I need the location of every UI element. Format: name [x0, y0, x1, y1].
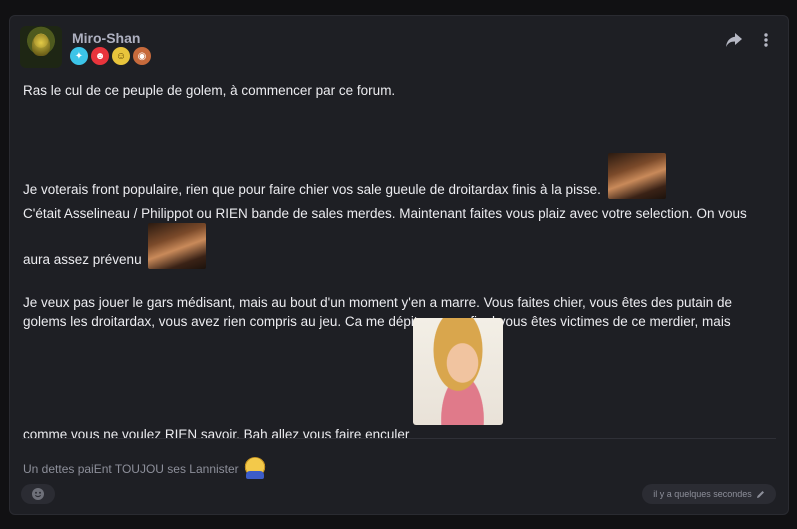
post-paragraph: comme vous ne voulez RIEN savoir. Bah al…: [23, 427, 410, 442]
yellow-face-badge-icon[interactable]: ☺: [112, 47, 130, 65]
post-timestamp[interactable]: il y a quelques secondes: [642, 484, 776, 504]
more-vertical-icon[interactable]: [756, 30, 776, 50]
post-paragraph: aura assez prévenu: [23, 223, 207, 269]
post-text: aura assez prévenu: [23, 252, 142, 267]
post-paragraph: C'était Asselineau / Philippot ou RIEN b…: [23, 206, 747, 221]
post-paragraph: golems les droitardax, vous avez rien co…: [23, 314, 731, 329]
post-text: Je voterais front populaire, rien que po…: [23, 182, 601, 197]
post-paragraph: Ras le cul de ce peuple de golem, à comm…: [23, 83, 396, 98]
pig-badge-icon[interactable]: ◉: [133, 47, 151, 65]
user-badges: ✦ ☻ ☺ ◉: [70, 47, 151, 65]
reaction-sticker-image: [148, 223, 207, 269]
signature-text: Un dettes paiEnt TOUJOU ses Lannister: [23, 462, 239, 476]
user-avatar[interactable]: [20, 26, 62, 68]
timestamp-text: il y a quelques secondes: [653, 489, 752, 499]
add-reaction-button[interactable]: [21, 484, 55, 504]
diamond-badge-icon[interactable]: ✦: [70, 47, 88, 65]
user-signature: Un dettes paiEnt TOUJOU ses Lannister: [23, 457, 267, 479]
add-reaction-icon: [32, 488, 44, 500]
username[interactable]: Miro-Shan: [72, 30, 140, 46]
forum-post-card: Miro-Shan ✦ ☻ ☺ ◉ Ras le cul de ce peupl…: [9, 15, 789, 515]
share-icon[interactable]: [724, 30, 744, 50]
reaction-sticker-image: [607, 153, 666, 199]
post-paragraph: Je veux pas jouer le gars médisant, mais…: [23, 295, 733, 310]
reaction-photo-image: [413, 318, 503, 425]
smiley-sticker-icon: [244, 457, 267, 479]
red-face-badge-icon[interactable]: ☻: [91, 47, 109, 65]
post-paragraph: Je voterais front populaire, rien que po…: [23, 153, 666, 199]
signature-divider: [22, 438, 776, 439]
pencil-icon: [756, 490, 764, 498]
